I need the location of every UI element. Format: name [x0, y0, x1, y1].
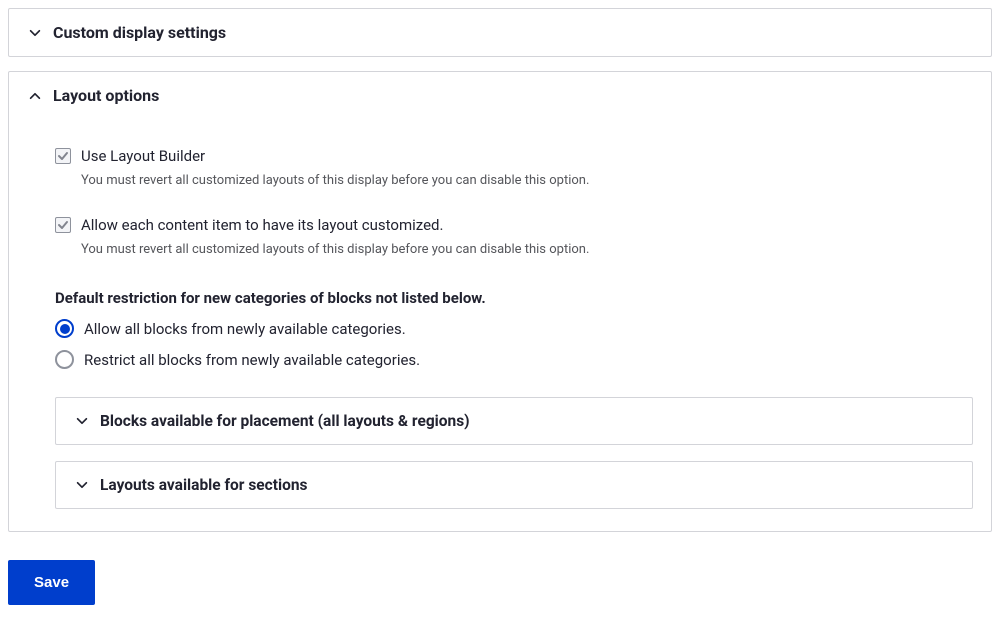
save-button[interactable]: Save: [8, 560, 95, 605]
restriction-heading: Default restriction for new categories o…: [55, 289, 973, 307]
panel-custom-display-settings: Custom display settings: [8, 8, 992, 57]
sub-panel-header-layouts[interactable]: Layouts available for sections: [56, 462, 972, 508]
sub-panel-header-blocks[interactable]: Blocks available for placement (all layo…: [56, 398, 972, 444]
field-use-layout-builder: Use Layout Builder You must revert all c…: [55, 147, 973, 188]
checkbox-use-layout-builder[interactable]: [55, 148, 71, 164]
field-allow-custom-layout: Allow each content item to have its layo…: [55, 216, 973, 257]
panel-header-custom-display[interactable]: Custom display settings: [9, 9, 991, 56]
radio-label: Restrict all blocks from newly available…: [84, 351, 420, 369]
help-text: You must revert all customized layouts o…: [81, 242, 973, 257]
sub-panel-title: Layouts available for sections: [100, 476, 307, 494]
chevron-up-icon: [27, 88, 43, 104]
radio-restrict[interactable]: [55, 350, 74, 369]
checkbox-allow-custom-layout[interactable]: [55, 217, 71, 233]
radio-row-restrict[interactable]: Restrict all blocks from newly available…: [55, 350, 973, 369]
radio-label: Allow all blocks from newly available ca…: [84, 320, 406, 338]
checkbox-label: Allow each content item to have its layo…: [81, 216, 443, 234]
panel-title: Custom display settings: [53, 23, 226, 42]
panel-title: Layout options: [53, 86, 159, 105]
panel-header-layout-options[interactable]: Layout options: [9, 72, 991, 119]
chevron-down-icon: [74, 413, 90, 429]
radio-row-allow[interactable]: Allow all blocks from newly available ca…: [55, 319, 973, 338]
panel-body-layout-options: Use Layout Builder You must revert all c…: [9, 147, 991, 531]
sub-panel-blocks-available: Blocks available for placement (all layo…: [55, 397, 973, 445]
sub-panel-title: Blocks available for placement (all layo…: [100, 412, 470, 430]
chevron-down-icon: [27, 25, 43, 41]
sub-panel-layouts-available: Layouts available for sections: [55, 461, 973, 509]
chevron-down-icon: [74, 477, 90, 493]
help-text: You must revert all customized layouts o…: [81, 173, 973, 188]
checkbox-label: Use Layout Builder: [81, 147, 205, 165]
radio-allow[interactable]: [55, 319, 74, 338]
panel-layout-options: Layout options Use Layout Builder You mu…: [8, 71, 992, 532]
